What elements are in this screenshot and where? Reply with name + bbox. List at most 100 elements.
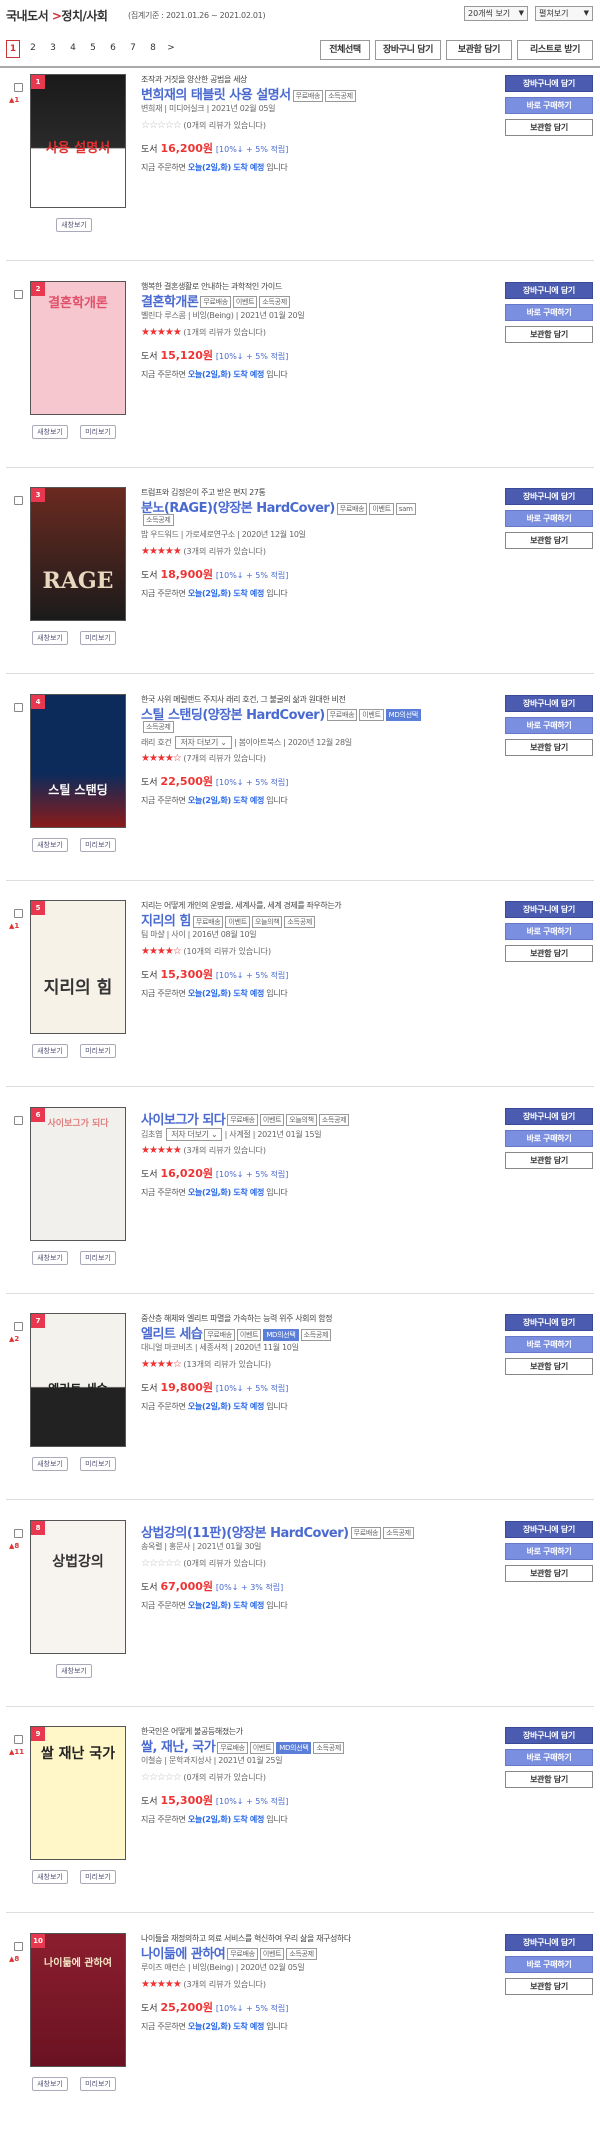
add-to-cart-button[interactable]: 장바구니에 담기 bbox=[505, 1933, 593, 1951]
buy-now-button[interactable]: 바로 구매하기 bbox=[505, 510, 593, 527]
book-cover[interactable]: 6 사이보그가 되다 bbox=[30, 1106, 126, 1241]
book-cover[interactable]: 4 스틸 스탠딩 bbox=[30, 693, 126, 828]
book-title-text[interactable]: 상법강의(11판)(양장본 HardCover) bbox=[141, 1526, 349, 1541]
list-download-button[interactable]: 리스트로 받기 bbox=[517, 40, 593, 60]
book-title[interactable]: 나이듦에 관하여 무료배송 이벤트 소득공제 bbox=[141, 1943, 317, 1962]
book-cover[interactable]: 10 나이듦에 관하여 bbox=[30, 1932, 126, 2067]
preview-button[interactable]: 미리보기 bbox=[80, 1250, 116, 1265]
book-title-text[interactable]: 사이보그가 되다 bbox=[141, 1113, 226, 1128]
preview-button[interactable]: 미리보기 bbox=[80, 424, 116, 439]
add-to-cart-button[interactable]: 장바구니에 담기 bbox=[505, 901, 593, 918]
book-title[interactable]: 쌀, 재난, 국가 무료배송 이벤트 MD의선택 소득공제 bbox=[141, 1736, 345, 1755]
select-all-button[interactable]: 전체선택 bbox=[320, 40, 370, 60]
buy-now-button[interactable]: 바로 구매하기 bbox=[505, 1129, 593, 1147]
book-title[interactable]: 엘리트 세습 무료배송 이벤트 MD의선택 소득공제 bbox=[141, 1323, 332, 1342]
buy-now-button[interactable]: 바로 구매하기 bbox=[505, 303, 593, 321]
add-save-button[interactable]: 보관함 담기 bbox=[446, 40, 512, 60]
view-mode-select[interactable]: 펼쳐보기 ▼ bbox=[535, 6, 593, 21]
buy-now-button[interactable]: 바로 구매하기 bbox=[505, 716, 593, 734]
book-cover[interactable]: 7 엘리트 세습 bbox=[30, 1313, 126, 1447]
book-title[interactable]: 결혼학개론 무료배송 이벤트 소득공제 bbox=[141, 291, 290, 310]
item-checkbox[interactable] bbox=[14, 83, 23, 92]
review-count[interactable]: (1개의 리뷰가 있습니다) bbox=[183, 328, 266, 337]
review-count[interactable]: (0개의 리뷰가 있습니다) bbox=[183, 1773, 266, 1782]
new-window-button[interactable]: 새창보기 bbox=[32, 1250, 68, 1265]
new-window-button[interactable]: 새창보기 bbox=[32, 837, 68, 852]
new-window-button[interactable]: 새창보기 bbox=[32, 631, 68, 645]
review-count[interactable]: (13개의 리뷰가 있습니다) bbox=[183, 1360, 271, 1369]
new-window-button[interactable]: 새창보기 bbox=[32, 1870, 68, 1884]
add-cart-button[interactable]: 장바구니 담기 bbox=[375, 40, 441, 60]
preview-button[interactable]: 미리보기 bbox=[80, 837, 116, 852]
book-title-text[interactable]: 결혼학개론 bbox=[141, 295, 199, 310]
save-to-box-button[interactable]: 보관함 담기 bbox=[505, 532, 593, 549]
book-title[interactable]: 지리의 힘 무료배송 이벤트 오늘의책 소득공제 bbox=[141, 910, 315, 929]
preview-button[interactable]: 미리보기 bbox=[80, 1457, 116, 1471]
book-cover[interactable]: 5 지리의 힘 bbox=[30, 900, 126, 1034]
save-to-box-button[interactable]: 보관함 담기 bbox=[505, 738, 593, 756]
add-to-cart-button[interactable]: 장바구니에 담기 bbox=[505, 281, 593, 299]
item-checkbox[interactable] bbox=[14, 496, 23, 505]
buy-now-button[interactable]: 바로 구매하기 bbox=[505, 1542, 593, 1560]
next-page-icon[interactable]: > bbox=[164, 40, 178, 56]
item-checkbox[interactable] bbox=[14, 1941, 23, 1951]
buy-now-button[interactable]: 바로 구매하기 bbox=[505, 1955, 593, 1973]
new-window-button[interactable]: 새창보기 bbox=[32, 1044, 68, 1058]
review-count[interactable]: (3개의 리뷰가 있습니다) bbox=[183, 547, 266, 556]
review-count[interactable]: (0개의 리뷰가 있습니다) bbox=[183, 121, 266, 130]
item-checkbox[interactable] bbox=[14, 702, 23, 712]
preview-button[interactable]: 미리보기 bbox=[80, 631, 116, 645]
book-cover[interactable]: 1 사용 설명서 bbox=[30, 74, 126, 208]
save-to-box-button[interactable]: 보관함 담기 bbox=[505, 945, 593, 962]
new-window-button[interactable]: 새창보기 bbox=[32, 424, 68, 439]
book-cover[interactable]: 8 상법강의 bbox=[30, 1519, 126, 1654]
buy-now-button[interactable]: 바로 구매하기 bbox=[505, 1336, 593, 1353]
book-title-text[interactable]: 나이듦에 관하여 bbox=[141, 1947, 226, 1962]
add-to-cart-button[interactable]: 장바구니에 담기 bbox=[505, 1314, 593, 1331]
add-to-cart-button[interactable]: 장바구니에 담기 bbox=[505, 1107, 593, 1125]
author-more-select[interactable]: 저자 더보기 ⌄ bbox=[175, 735, 232, 749]
page-link[interactable]: 6 bbox=[106, 40, 120, 56]
review-count[interactable]: (3개의 리뷰가 있습니다) bbox=[183, 1146, 266, 1155]
book-title-text[interactable]: 변희재의 태블릿 사용 설명서 bbox=[141, 88, 291, 103]
item-checkbox[interactable] bbox=[14, 1322, 23, 1331]
save-to-box-button[interactable]: 보관함 담기 bbox=[505, 119, 593, 136]
item-checkbox[interactable] bbox=[14, 289, 23, 299]
book-title[interactable]: 스틸 스탠딩(양장본 HardCover) 무료배송 이벤트 MD의선택 bbox=[141, 704, 421, 723]
book-title-text[interactable]: 엘리트 세습 bbox=[141, 1327, 203, 1342]
book-cover[interactable]: 3 RAGE bbox=[30, 487, 126, 621]
review-count[interactable]: (10개의 리뷰가 있습니다) bbox=[183, 947, 271, 956]
preview-button[interactable]: 미리보기 bbox=[80, 1044, 116, 1058]
add-to-cart-button[interactable]: 장바구니에 담기 bbox=[505, 1727, 593, 1744]
add-to-cart-button[interactable]: 장바구니에 담기 bbox=[505, 1520, 593, 1538]
author-more-select[interactable]: 저자 더보기 ⌄ bbox=[166, 1127, 223, 1141]
item-checkbox[interactable] bbox=[14, 1735, 23, 1744]
item-checkbox[interactable] bbox=[14, 1115, 23, 1125]
author-name[interactable]: 김초엽 bbox=[141, 1130, 162, 1139]
book-cover[interactable]: 2 결혼학개론 bbox=[30, 280, 126, 415]
book-title[interactable]: 분노(RAGE)(양장본 HardCover) 무료배송 이벤트 sam bbox=[141, 497, 416, 516]
save-to-box-button[interactable]: 보관함 담기 bbox=[505, 1151, 593, 1169]
book-title[interactable]: 변희재의 태블릿 사용 설명서 무료배송 소득공제 bbox=[141, 84, 356, 103]
add-to-cart-button[interactable]: 장바구니에 담기 bbox=[505, 694, 593, 712]
save-to-box-button[interactable]: 보관함 담기 bbox=[505, 1564, 593, 1582]
buy-now-button[interactable]: 바로 구매하기 bbox=[505, 923, 593, 940]
page-link[interactable]: 7 bbox=[126, 40, 140, 56]
review-count[interactable]: (0개의 리뷰가 있습니다) bbox=[183, 1559, 266, 1568]
page-link[interactable]: 1 bbox=[6, 40, 20, 58]
review-count[interactable]: (3개의 리뷰가 있습니다) bbox=[183, 1980, 266, 1989]
item-checkbox[interactable] bbox=[14, 909, 23, 918]
new-window-button[interactable]: 새창보기 bbox=[56, 1663, 92, 1678]
new-window-button[interactable]: 새창보기 bbox=[32, 2076, 68, 2091]
new-window-button[interactable]: 새창보기 bbox=[56, 218, 92, 232]
page-link[interactable]: 8 bbox=[146, 40, 160, 56]
save-to-box-button[interactable]: 보관함 담기 bbox=[505, 1358, 593, 1375]
buy-now-button[interactable]: 바로 구매하기 bbox=[505, 97, 593, 114]
page-link[interactable]: 3 bbox=[46, 40, 60, 56]
add-to-cart-button[interactable]: 장바구니에 담기 bbox=[505, 488, 593, 505]
buy-now-button[interactable]: 바로 구매하기 bbox=[505, 1749, 593, 1766]
book-title-text[interactable]: 지리의 힘 bbox=[141, 914, 191, 929]
preview-button[interactable]: 미리보기 bbox=[80, 2076, 116, 2091]
save-to-box-button[interactable]: 보관함 담기 bbox=[505, 1771, 593, 1788]
book-title[interactable]: 상법강의(11판)(양장본 HardCover) 무료배송 소득공제 bbox=[141, 1522, 414, 1541]
